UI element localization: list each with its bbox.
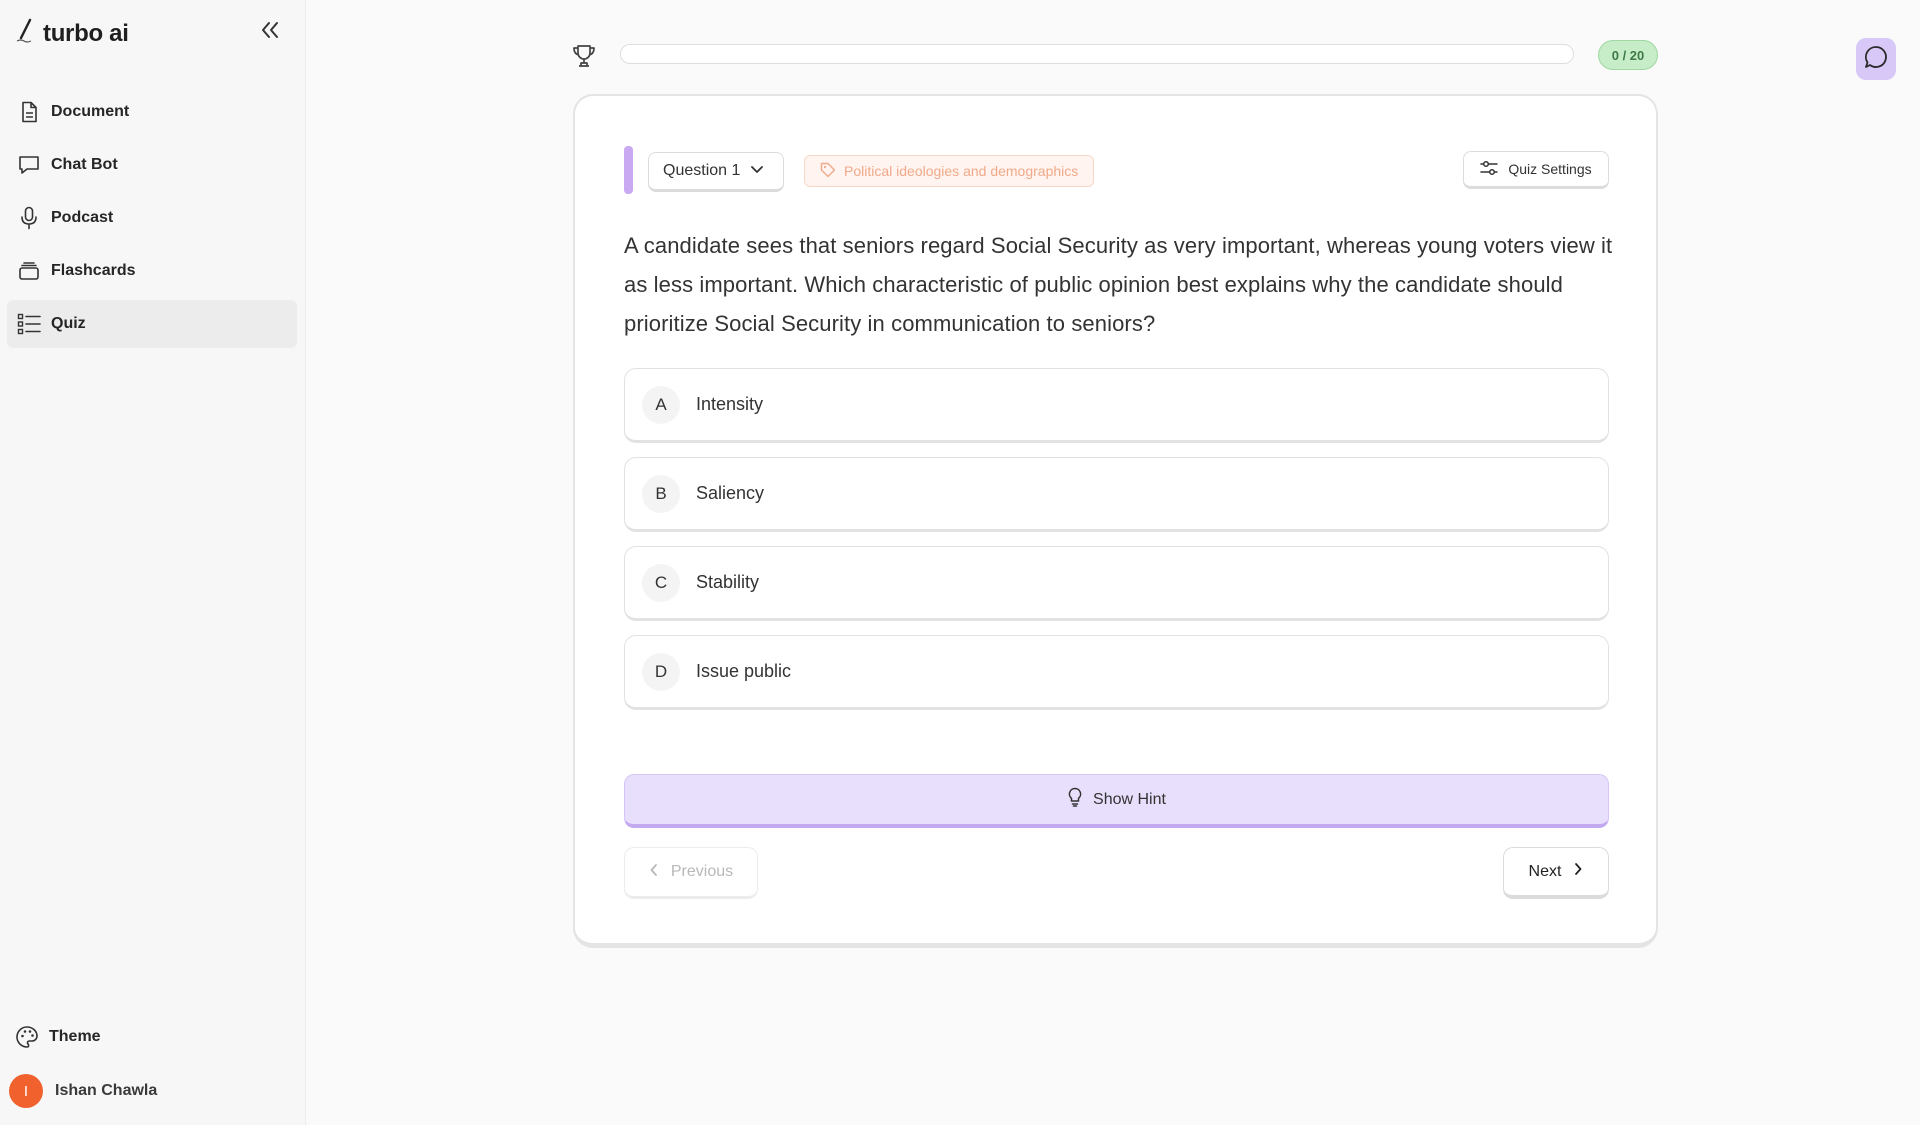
quiz-progress-bar [620,44,1574,64]
chat-bubble-icon [17,153,41,177]
sidebar-item-podcast[interactable]: Podcast [7,194,297,242]
tag-icon [820,162,836,181]
next-button[interactable]: Next [1503,847,1609,899]
topic-tag-label: Political ideologies and demographics [844,163,1079,179]
previous-button[interactable]: Previous [624,847,758,899]
question-selector-label: Question 1 [663,162,741,179]
option-text: Issue public [696,661,792,681]
option-letter: D [642,652,680,691]
question-selector[interactable]: Question 1 [648,152,784,192]
sidebar-item-quiz[interactable]: Quiz [7,300,297,348]
flashcards-icon [17,259,41,283]
collapse-sidebar-button[interactable] [252,16,288,48]
option-text: Intensity [696,394,764,414]
sidebar-footer: Theme I Ishan Chawla [7,1012,297,1116]
quiz-settings-label: Quiz Settings [1508,161,1592,177]
answer-option-d[interactable]: D Issue public [624,635,1609,710]
user-name: Ishan Chawla [55,1082,158,1099]
answer-option-a[interactable]: A Intensity [624,368,1609,443]
double-chevron-left-icon [259,20,281,45]
trophy-icon [570,42,598,70]
sidebar-item-chat-bot[interactable]: Chat Bot [7,141,297,189]
question-text: A candidate sees that seniors regard Soc… [624,233,1613,336]
chevron-left-icon [649,863,659,882]
app-root: turbo ai Document Chat Bot Podcast Flash… [0,0,1920,1125]
palette-icon [15,1025,39,1049]
sidebar-item-label: Quiz [51,315,86,332]
sidebar-item-label: Flashcards [51,262,136,279]
answer-option-b[interactable]: B Saliency [624,457,1609,532]
sidebar-item-label: Chat Bot [51,156,118,173]
theme-button[interactable]: Theme [7,1012,297,1062]
answer-options: A Intensity B Saliency C Stability D Iss… [624,368,1609,724]
sliders-icon [1480,160,1499,179]
show-hint-button[interactable]: Show Hint [624,774,1609,828]
option-text: Stability [696,572,760,592]
sidebar-nav: Document Chat Bot Podcast Flashcards Qui… [7,88,297,353]
user-profile[interactable]: I Ishan Chawla [7,1066,297,1116]
chevron-down-icon [750,162,764,180]
chevron-right-icon [1573,862,1583,881]
previous-label: Previous [670,863,734,880]
microphone-icon [17,206,41,230]
lightbulb-icon [1067,787,1083,812]
quiz-card: Question 1 Political ideologies and demo… [573,94,1658,948]
topic-tag: Political ideologies and demographics [804,155,1095,187]
theme-label: Theme [49,1028,101,1045]
list-icon [17,312,41,336]
brand-logo[interactable]: turbo ai [15,18,129,49]
option-text: Saliency [696,483,765,503]
show-hint-label: Show Hint [1093,790,1166,808]
sidebar-item-label: Podcast [51,209,114,226]
option-letter: B [642,474,680,513]
option-letter: A [642,385,680,424]
pen-logo-icon [15,18,37,49]
open-chat-button[interactable] [1856,38,1896,80]
option-letter: C [642,563,680,602]
sidebar-item-flashcards[interactable]: Flashcards [7,247,297,295]
sidebar-item-document[interactable]: Document [7,88,297,136]
accent-bar [624,146,633,194]
sidebar: turbo ai Document Chat Bot Podcast Flash… [0,0,306,1125]
answer-option-c[interactable]: C Stability [624,546,1609,621]
quiz-settings-button[interactable]: Quiz Settings [1463,151,1609,189]
document-icon [17,100,41,124]
sidebar-item-label: Document [51,103,130,120]
next-label: Next [1528,862,1562,880]
brand-name: turbo ai [43,19,129,47]
chat-bubble-icon [1863,44,1889,75]
score-badge: 0 / 20 [1598,40,1658,70]
avatar: I [9,1074,43,1108]
